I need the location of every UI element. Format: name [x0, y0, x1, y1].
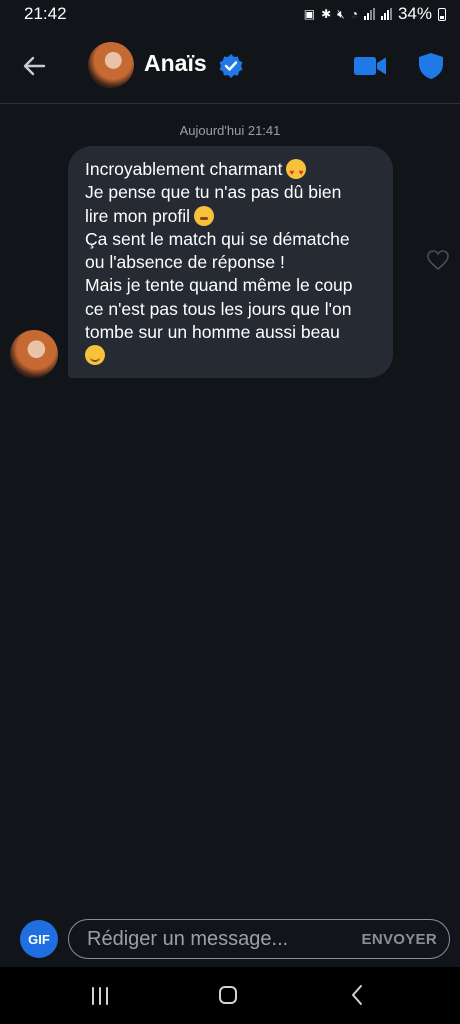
contact-name[interactable]: Anaïs — [144, 50, 207, 77]
wifi-icon: ◔ — [350, 7, 358, 21]
status-time: 21:42 — [24, 4, 67, 23]
gif-button[interactable]: GIF — [20, 920, 58, 958]
contact-avatar[interactable] — [88, 42, 134, 88]
message-line: Ça sent le match qui se dématche — [85, 228, 350, 249]
back-arrow-icon[interactable] — [20, 52, 48, 80]
message-avatar[interactable] — [10, 330, 58, 378]
message-line — [85, 344, 379, 367]
message-input[interactable]: Rédiger un message... ENVOYER — [68, 919, 450, 959]
mute-icon: 🔇︎ — [337, 7, 345, 21]
verified-badge-icon — [219, 54, 243, 78]
message-line: Incroyablement charmant — [85, 158, 379, 184]
input-placeholder[interactable]: Rédiger un message... — [87, 928, 362, 951]
nav-back-icon[interactable] — [349, 984, 365, 1006]
shield-icon[interactable] — [418, 52, 444, 80]
status-icons: ▣ ✱ 🔇︎ ◔ 34% — [304, 4, 446, 24]
flushed-emoji-icon — [194, 205, 215, 226]
chat-header: Anaïs — [0, 28, 460, 104]
bluetooth-icon: ✱ — [321, 7, 332, 21]
message-line: Mais je tente quand même le coup — [85, 275, 353, 296]
status-bar: 21:42 ▣ ✱ 🔇︎ ◔ 34% — [0, 0, 460, 28]
heart-eyes-emoji-icon — [286, 159, 307, 184]
battery-icon — [438, 7, 446, 21]
signal-2-icon — [380, 8, 392, 20]
message-line: tombe sur un homme aussi beau — [85, 322, 340, 343]
message-line: Je pense que tu n'as pas dû bien — [85, 182, 342, 203]
home-icon[interactable] — [218, 985, 238, 1005]
signal-icon — [363, 8, 375, 20]
send-button[interactable]: ENVOYER — [362, 931, 437, 948]
clipboard-icon: ▣ — [303, 7, 316, 21]
heart-icon[interactable] — [426, 249, 450, 271]
message-line: lire mon profil — [85, 205, 379, 228]
battery-percent: 34% — [397, 4, 432, 23]
message-line: ce n'est pas tous les jours que l'on — [85, 298, 352, 319]
recent-apps-icon[interactable] — [90, 987, 110, 1005]
message-bubble[interactable]: Incroyablement charmant Je pense que tu … — [68, 146, 393, 378]
date-separator: Aujourd'hui 21:41 — [179, 123, 281, 138]
system-nav-bar — [0, 967, 460, 1024]
video-call-icon[interactable] — [353, 54, 387, 78]
message-composer: GIF Rédiger un message... ENVOYER — [0, 912, 460, 966]
message-line: ou l'absence de réponse ! — [85, 252, 285, 273]
smiling-emoji-icon — [85, 345, 105, 366]
